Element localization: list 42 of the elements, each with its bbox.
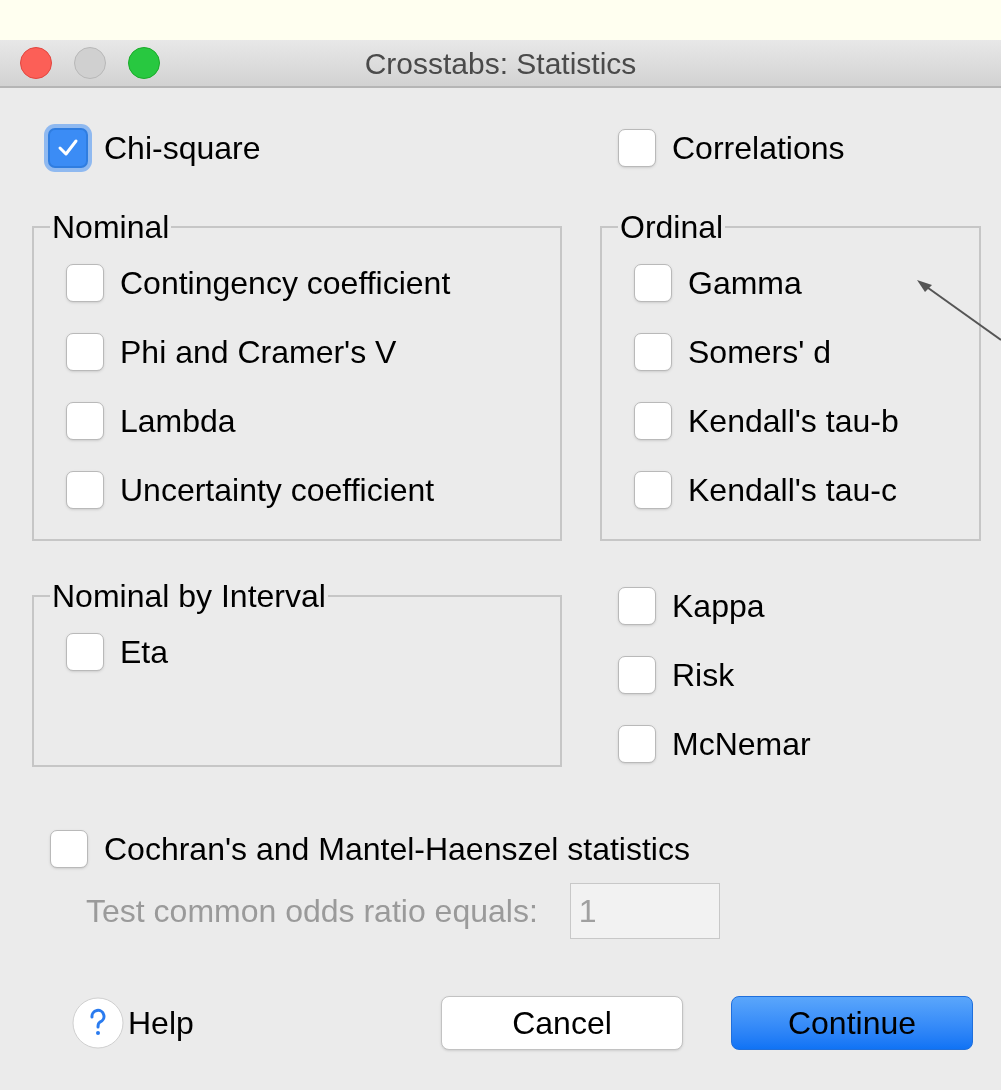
checkbox-label: Gamma — [688, 263, 802, 303]
checkbox-label: Contingency coefficient — [120, 263, 451, 303]
checkbox[interactable] — [618, 724, 656, 763]
checkbox[interactable] — [66, 332, 104, 371]
checkbox[interactable] — [618, 586, 656, 625]
checkbox[interactable] — [618, 655, 656, 694]
checkbox[interactable] — [66, 401, 104, 440]
odds-ratio-label: Test common odds ratio equals: — [86, 892, 538, 931]
checkbox[interactable] — [618, 129, 656, 167]
checkbox[interactable] — [634, 263, 672, 302]
checkbox-label: Kendall's tau-c — [688, 470, 897, 510]
checkbox[interactable] — [66, 263, 104, 302]
checkbox-label: Kendall's tau-b — [688, 401, 899, 441]
checkbox-label: Lambda — [120, 401, 236, 441]
checkbox-label: Cochran's and Mantel-Haenszel statistics — [104, 829, 690, 869]
checkbox-label: McNemar — [672, 724, 811, 764]
help-icon[interactable] — [72, 997, 124, 1049]
checkbox-label: Kappa — [672, 586, 765, 626]
group-title: Nominal by Interval — [51, 577, 327, 615]
group-title: Nominal — [51, 208, 171, 246]
help-button[interactable]: Help — [128, 993, 194, 1053]
window-title: Crosstabs: Statistics — [363, 45, 638, 82]
checkbox-label: Phi and Cramer's V — [120, 332, 397, 372]
checkbox-label: Chi-square — [104, 129, 261, 168]
close-button[interactable] — [20, 47, 52, 79]
zoom-button[interactable] — [128, 47, 160, 79]
checkbox[interactable] — [66, 632, 104, 671]
checkbox-label: Uncertainty coefficient — [120, 470, 435, 510]
minimize-button[interactable] — [74, 47, 106, 79]
checkbox-label: Correlations — [672, 129, 845, 168]
checkbox[interactable] — [66, 470, 104, 509]
group-title: Ordinal — [619, 208, 725, 246]
cancel-button[interactable]: Cancel — [441, 996, 683, 1050]
checkbox[interactable] — [50, 829, 88, 868]
checkmark-icon — [57, 138, 79, 158]
checkbox[interactable] — [634, 332, 672, 371]
checkbox-label: Eta — [120, 632, 169, 672]
checkbox-label: Somers' d — [688, 332, 832, 372]
continue-button[interactable]: Continue — [731, 996, 973, 1050]
checkbox[interactable] — [634, 470, 672, 509]
checkbox[interactable] — [634, 401, 672, 440]
checkbox-label: Risk — [672, 655, 735, 695]
